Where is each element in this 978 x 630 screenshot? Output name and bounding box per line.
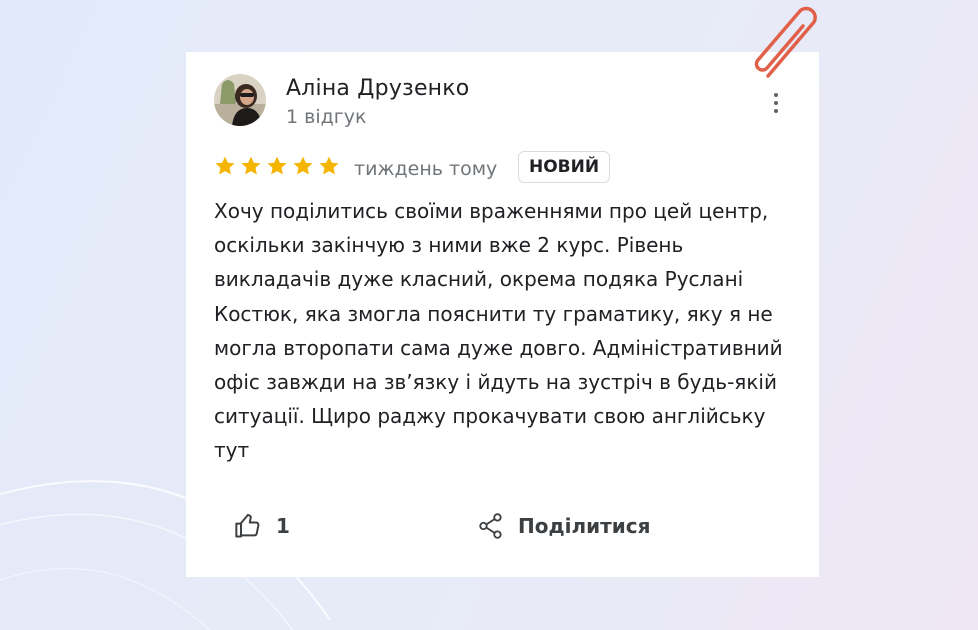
review-text-line: Костюк, яка змогла пояснити ту граматику… xyxy=(214,301,773,326)
review-text-line: могла второпати сама дуже довго. Адмініс… xyxy=(214,335,783,360)
avatar-photo xyxy=(214,74,266,126)
share-label: Поділитися xyxy=(518,514,651,538)
paperclip-icon xyxy=(754,6,817,78)
star-icon xyxy=(319,156,339,175)
review-text-line: ситуації. Щиро раджу прокачувати свою ан… xyxy=(214,404,766,429)
review-text: Хочу поділитись своїми враженнями про це… xyxy=(214,194,799,468)
new-badge: НОВИЙ xyxy=(518,151,611,183)
review-text-line: оскільки закінчую з ними вже 2 курс. Рів… xyxy=(214,233,684,258)
share-button[interactable]: Поділитися xyxy=(478,510,650,542)
share-icon xyxy=(479,513,502,539)
reviewer-review-count: 1 відгук xyxy=(286,106,367,128)
review-text-line: викладачів дуже класний, окрема подяка Р… xyxy=(214,267,744,292)
review-text-line: Хочу поділитись своїми враженнями про це… xyxy=(214,199,769,223)
like-count: 1 xyxy=(276,514,290,538)
like-button[interactable]: 1 xyxy=(234,510,290,542)
star-icon xyxy=(241,156,261,175)
reviewer-name[interactable]: Аліна Друзенко xyxy=(286,76,469,101)
review-card: Аліна Друзенко 1 відгук тиждень тому НОВ… xyxy=(186,52,819,577)
star-rating xyxy=(214,155,340,177)
review-date: тиждень тому xyxy=(354,158,498,180)
star-icon xyxy=(215,156,235,175)
star-icon xyxy=(267,156,287,175)
more-vert-icon xyxy=(774,93,778,97)
star-icon xyxy=(293,156,313,175)
thumb-up-icon xyxy=(235,513,260,538)
reviewer-avatar[interactable] xyxy=(214,74,266,126)
review-text-line: тут xyxy=(214,438,250,463)
more-vert-dot xyxy=(774,101,778,105)
more-options-button[interactable] xyxy=(764,89,788,117)
review-text-line: офіс завжди на зв’язку і йдуть на зустрі… xyxy=(214,370,777,395)
more-vert-dot xyxy=(774,109,778,113)
